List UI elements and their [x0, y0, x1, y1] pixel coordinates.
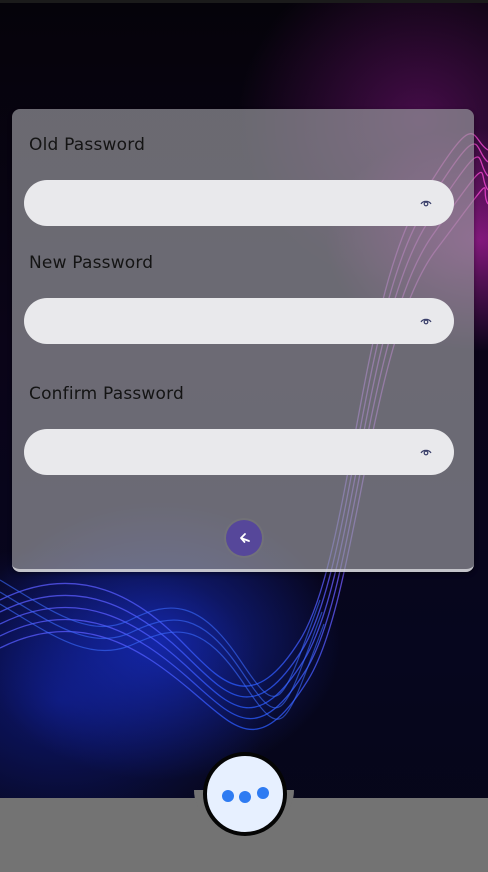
eye-icon[interactable]	[420, 446, 432, 458]
arrow-left-icon	[240, 533, 250, 543]
more-options-button[interactable]	[203, 752, 287, 836]
eye-icon[interactable]	[420, 197, 432, 209]
new-password-label: New Password	[29, 253, 154, 273]
back-button[interactable]	[226, 520, 262, 556]
new-password-input[interactable]	[42, 298, 406, 346]
confirm-password-field[interactable]	[24, 429, 454, 477]
confirm-password-input[interactable]	[42, 429, 406, 477]
old-password-label: Old Password	[29, 135, 146, 155]
confirm-password-label: Confirm Password	[29, 384, 185, 404]
old-password-input[interactable]	[42, 180, 406, 228]
change-password-card: Old Password New Password Confirm Passwo…	[12, 109, 474, 572]
old-password-field[interactable]	[24, 180, 454, 228]
new-password-field[interactable]	[24, 298, 454, 346]
eye-icon[interactable]	[420, 315, 432, 327]
